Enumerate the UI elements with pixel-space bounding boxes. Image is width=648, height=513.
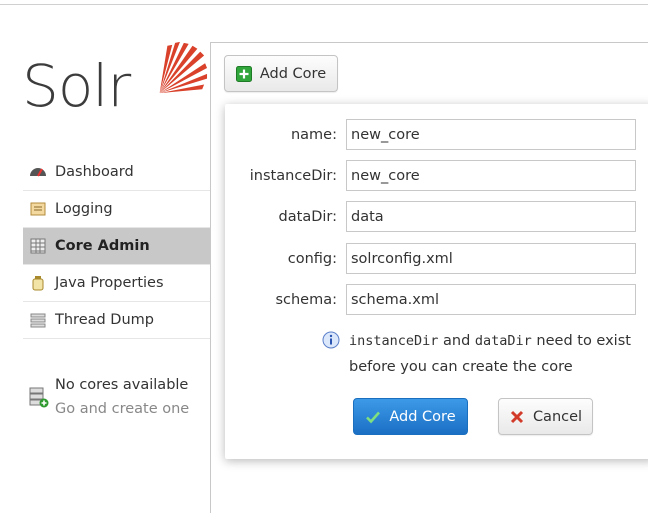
plus-icon <box>235 65 252 82</box>
datadir-row: dataDir: <box>225 201 648 233</box>
add-core-label: Add Core <box>259 65 327 82</box>
sidebar-item-dashboard[interactable]: Dashboard <box>23 154 210 191</box>
sidebar-item-core-admin[interactable]: Core Admin <box>23 228 210 265</box>
add-core-button[interactable]: Add Core <box>224 55 338 92</box>
sidebar-item-java-properties[interactable]: Java Properties <box>23 265 210 302</box>
schema-label: schema: <box>275 292 337 308</box>
hint-code-datadir: dataDir <box>474 333 532 349</box>
config-row: config: <box>225 243 648 275</box>
sidebar-item-logging[interactable]: Logging <box>23 191 210 228</box>
add-core-dialog: name: instanceDir: dataDir: config: sche… <box>225 104 648 459</box>
add-database-icon <box>29 387 49 408</box>
sidebar-item-label: Thread Dump <box>55 312 154 328</box>
datadir-field[interactable] <box>346 201 636 232</box>
schema-row: schema: <box>225 284 648 316</box>
sidebar-item-label: Dashboard <box>55 164 134 180</box>
no-cores-title: No cores available <box>55 377 189 393</box>
sidebar-item-label: Java Properties <box>55 275 164 291</box>
submit-add-core-button[interactable]: Add Core <box>353 398 468 435</box>
instancedir-label: instanceDir: <box>249 168 337 184</box>
sidebar-item-thread-dump[interactable]: Thread Dump <box>23 302 210 339</box>
sidebar-item-label: Logging <box>55 201 113 217</box>
thread-dump-icon <box>29 311 47 329</box>
core-admin-icon <box>29 237 47 255</box>
sun-burst-icon <box>159 41 208 94</box>
config-field[interactable] <box>346 243 636 274</box>
cancel-button[interactable]: Cancel <box>498 398 593 435</box>
instancedir-row: instanceDir: <box>225 160 648 192</box>
name-field[interactable] <box>346 119 636 150</box>
cancel-label: Cancel <box>532 408 583 425</box>
hint-and: and <box>438 333 475 349</box>
checkmark-icon <box>365 409 381 425</box>
hint-code-instancedir: instanceDir <box>349 333 439 349</box>
logging-icon <box>29 200 47 218</box>
java-icon <box>29 274 47 292</box>
top-border <box>0 0 648 5</box>
dashboard-icon <box>29 163 47 181</box>
sidebar-item-label: Core Admin <box>55 238 150 254</box>
info-icon <box>322 331 340 349</box>
submit-label: Add Core <box>389 408 456 425</box>
schema-field[interactable] <box>346 284 636 315</box>
datadir-label: dataDir: <box>278 209 337 225</box>
sidebar-nav: Dashboard Logging Core Admin Java Proper… <box>23 154 210 339</box>
close-icon <box>509 409 525 425</box>
config-label: config: <box>287 251 337 267</box>
name-label: name: <box>290 127 337 143</box>
solr-logo[interactable]: Solr <box>22 40 208 130</box>
logo-text: Solr <box>22 52 131 120</box>
name-row: name: <box>225 119 648 151</box>
go-create-link[interactable]: Go and create one <box>55 401 189 417</box>
instancedir-field[interactable] <box>346 160 636 191</box>
